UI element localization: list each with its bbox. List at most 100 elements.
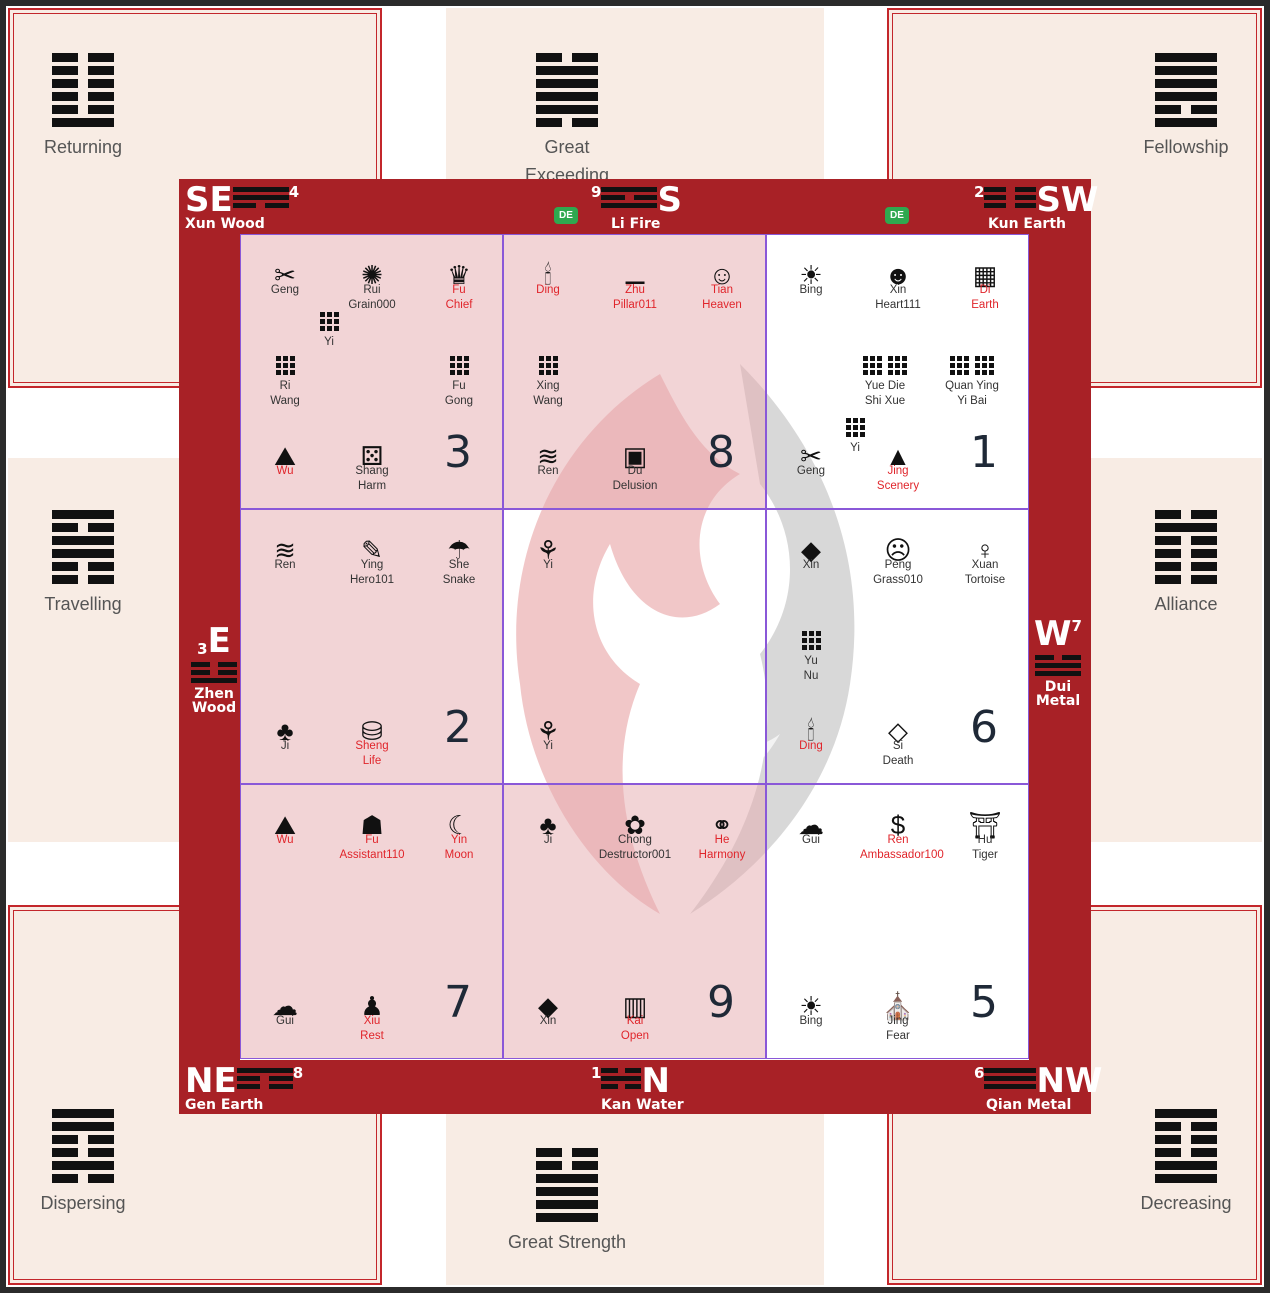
palace-cell[interactable]: ⛰ Wu ☗ Fu Assistant110 ☾ Yin Moon ☁ Gui ♟ Xiu Rest 7 [240,784,503,1059]
line-segment [1155,79,1217,88]
palace-item[interactable]: ☾ Yin Moon [421,799,497,863]
palace-item[interactable]: ☻ Xin Heart111 [860,249,936,313]
palace-item[interactable]: Xing Wang [510,345,586,409]
symbol-icon: ⛪ [881,991,915,1021]
palace-item[interactable]: ☀ Bing [773,249,849,298]
broken-line [1155,549,1217,558]
line-segment [1191,549,1217,558]
palace-item[interactable]: ⚄ Shang Harm [334,430,410,494]
palace-item[interactable]: $ Ren Ambassador100 [860,799,944,863]
broken-line [52,105,114,114]
palace-item[interactable]: ▦ Di Earth [947,249,1023,313]
item-sublabel: Heaven [702,299,742,311]
item-sublabel: Death [882,755,914,767]
palace-item[interactable]: Yue Die Shi Xue [847,345,923,409]
palace-item[interactable]: ☹ Peng Grass010 [860,524,936,588]
item-sublabel: Heart111 [875,299,921,311]
palace-item[interactable]: ☁ Gui [247,980,323,1029]
palace-item[interactable]: ⚘ Yi [510,705,586,754]
item-label: Fu [452,380,466,392]
palace-item[interactable]: Yi [291,301,367,350]
item-label: Kai [626,1015,644,1027]
solid-line [1155,118,1217,127]
palace-name: Kan Water [601,1097,684,1113]
broken-line [52,1148,114,1157]
palace-item[interactable]: ▲ Jing Scenery [860,430,936,494]
palace-cell[interactable]: ⚘ Yi ⚘ Yi [503,509,766,784]
trigram-icon [236,1068,293,1089]
palace-cell[interactable]: ☀ Bing ☻ Xin Heart111 ▦ Di Earth Yue Die Shi Xue Q… [766,234,1029,509]
palace-item[interactable]: ≋ Ren [247,524,323,573]
item-label: Chong [618,834,652,846]
line-segment [1155,66,1217,75]
line-segment [52,575,78,584]
palace-item[interactable]: ☂ She Snake [421,524,497,588]
palace-item[interactable]: ≋ Ren [510,430,586,479]
item-label: She [448,559,470,571]
palace-item[interactable]: Quan Ying Yi Bai [934,345,1010,409]
palace-item[interactable]: ⛰ Wu [247,430,323,479]
symbol-icon: ◆ [801,535,821,565]
de-badge[interactable]: DE [885,207,909,224]
palace-item[interactable]: ⚭ He Harmony [684,799,760,863]
palace-item[interactable]: ▣ Du Delusion [597,430,673,494]
palace-item[interactable]: ⛪ Jing Fear [860,980,936,1044]
symbol-icon: ☾ [447,810,471,840]
palace-cell[interactable]: 🕯 Ding ⚊ Zhu Pillar011 ☺ Tian Heaven Xing Wang ≋ Re… [503,234,766,509]
item-sublabel: Yi Bai [957,395,987,407]
broken-line [1155,105,1217,114]
palace-item[interactable]: ♣ Ji [247,705,323,754]
item-sublabel: Wang [533,395,563,407]
palace-cell[interactable]: ≋ Ren ✎ Ying Hero101 ☂ She Snake ♣ Ji ⛁ Sheng Life 2 [240,509,503,784]
trigram-icon [232,187,289,208]
item-label: Gui [276,1015,294,1027]
hexagram-label: Dispersing [40,1193,126,1213]
palace-item[interactable]: ♟ Xiu Rest [334,980,410,1044]
hexagram-alliance: Alliance [1126,510,1246,618]
palace-item[interactable]: ◆ Xin [773,524,849,573]
palace-item[interactable]: Fu Gong [421,345,497,409]
palace-item[interactable]: ◆ Xin [510,980,586,1029]
palace-cell[interactable]: ☁ Gui $ Ren Ambassador100 ⛩ Hu Tiger ☀ Bing ⛪ Jing F… [766,784,1029,1059]
palace-item[interactable]: ⛩ Hu Tiger [947,799,1023,863]
line-segment [1191,1135,1217,1144]
palace-item[interactable]: Yu Nu [773,620,849,684]
palace-cell[interactable]: ✂ Geng ✺ Rui Grain000 ♛ Fu Chief Yi Ri Wang Fu Gong ⛰… [240,234,503,509]
star-grid-icon [510,345,586,379]
palace-item[interactable]: Ri Wang [247,345,323,409]
palace-item[interactable]: 🕯 Ding [510,249,586,298]
palace-item[interactable]: ☗ Fu Assistant110 [334,799,410,863]
palace-item[interactable]: ♣ Ji [510,799,586,848]
palace-item[interactable]: ✂ Geng [773,430,849,479]
palace-item[interactable]: ♛ Fu Chief [421,249,497,313]
corner-nw: 6 NW Qian Metal [974,1064,1102,1112]
broken-line [236,1076,293,1081]
palace-item[interactable]: 🕯 Ding [773,705,849,754]
solid-line [984,1076,1037,1081]
palace-item[interactable]: ⚊ Zhu Pillar011 [597,249,673,313]
palace-cell[interactable]: ◆ Xin ☹ Peng Grass010 ♀ Xuan Tortoise Yu Nu 🕯 Ding ◇… [766,509,1029,784]
palace-item[interactable]: ☺ Tian Heaven [684,249,760,313]
item-label: Zhu [625,284,645,296]
symbol-icon: ⚭ [711,810,733,840]
palace-item[interactable]: ☀ Bing [773,980,849,1029]
de-badge[interactable]: DE [554,207,578,224]
line-segment [88,1148,114,1157]
item-sublabel: Harm [357,480,387,492]
palace-item[interactable]: ☁ Gui [773,799,849,848]
palace-item[interactable]: ⚘ Yi [510,524,586,573]
palace-item[interactable]: ⛁ Sheng Life [334,705,410,769]
palace-item[interactable]: ⛰ Wu [247,799,323,848]
palace-item[interactable]: ▥ Kai Open [597,980,673,1044]
item-label: Yi [543,559,553,571]
palace-item[interactable]: ✂ Geng [247,249,323,298]
palace-cell[interactable]: ♣ Ji ✿ Chong Destructor001 ⚭ He Harmony ◆ Xin ▥ Kai… [503,784,766,1059]
qimen-board: SE 4 Xun Wood 9 S Li Fire 2 SW Kun Earth… [179,179,1102,1114]
palace-item[interactable]: ✎ Ying Hero101 [334,524,410,588]
item-label: Ying [360,559,384,571]
item-sublabel: Destructor001 [598,849,672,861]
palace-item[interactable]: ✿ Chong Destructor001 [597,799,673,863]
symbol-icon: ≋ [274,535,296,565]
palace-item[interactable]: ♀ Xuan Tortoise [947,524,1023,588]
palace-item[interactable]: ◇ Si Death [860,705,936,769]
